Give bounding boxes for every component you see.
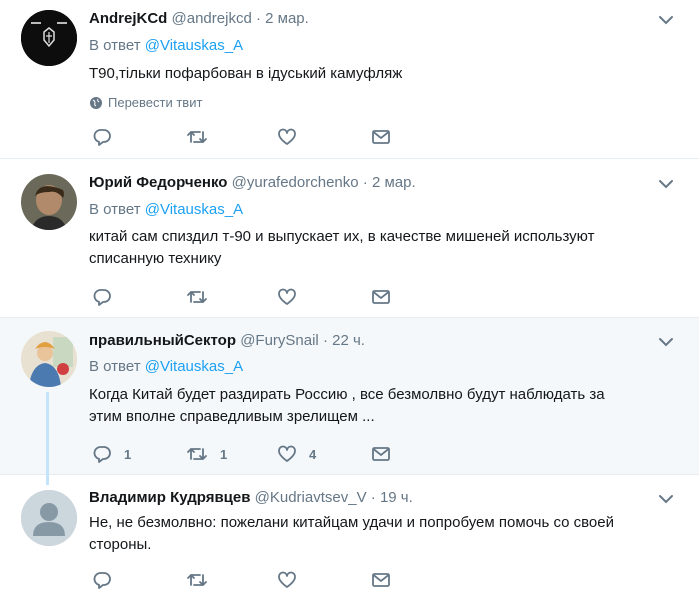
tweet-text: Не, не безмолвно: пожелани китайцам удач… [89,512,679,556]
reply-prefix: В ответ [89,201,141,218]
avatar-photo-icon [21,331,77,387]
timestamp[interactable]: 2 мар. [372,174,416,191]
display-name[interactable]: Юрий Федорченко [89,174,227,191]
retweet-button[interactable] [186,568,220,592]
tweet-text: Т90,тільки пофарбован в ідуський камуфля… [89,63,679,85]
like-button[interactable]: 4 [277,442,316,466]
retweet-button[interactable] [186,125,220,149]
reply-prefix: В ответ [89,37,141,54]
chevron-down-icon[interactable] [657,490,675,508]
avatar-photo-icon [21,174,77,230]
tweet-2[interactable]: Юрий Федорченко @yurafedorchenko · 2 мар… [0,159,699,318]
avatar[interactable] [21,331,77,387]
avatar[interactable] [21,10,77,66]
reply-count: 1 [124,446,132,462]
avatar-logo-icon [21,10,77,66]
reply-icon [93,129,111,146]
reply-button[interactable] [92,125,124,149]
retweet-icon [187,291,207,303]
tweet-text-line: стороны. [89,536,152,553]
tweet-1[interactable]: AndrejKCd @andrejkcd · 2 мар. В ответ @V… [0,0,699,159]
reply-button[interactable]: 1 [92,442,131,466]
reply-button[interactable] [92,568,124,592]
direct-message-button[interactable] [371,285,391,309]
reply-button[interactable] [92,285,124,309]
chevron-down-icon[interactable] [657,333,675,351]
tweet-header: Юрий Федорченко @yurafedorchenko · 2 мар… [89,174,416,191]
heart-icon [278,571,296,588]
timestamp[interactable]: 22 ч. [332,332,365,349]
translate-label[interactable]: Перевести твит [108,95,202,110]
chevron-down-icon[interactable] [657,175,675,193]
user-handle[interactable]: @andrejkcd [172,10,252,27]
tweet-4[interactable]: Владимир Кудрявцев @Kudriavtsev_V · 19 ч… [0,475,699,598]
envelope-icon [372,290,390,304]
tweet-header: AndrejKCd @andrejkcd · 2 мар. [89,10,309,27]
tweet-text-line: этим вполне справедливым зрелищем ... [89,408,375,425]
separator-dot: · [362,174,368,191]
translate-link[interactable]: Перевести твит [89,95,202,110]
envelope-icon [372,130,390,144]
tweet-text: Когда Китай будет раздирать Россию , все… [89,384,679,428]
tweet-actions: 1 1 4 [89,442,409,466]
reply-to-line: В ответ @Vitauskas_A [89,201,243,218]
tweet-header: правильныйСектор @FurySnail · 22 ч. [89,332,365,349]
reply-icon [93,446,111,463]
tweet-3[interactable]: правильныйСектор @FurySnail · 22 ч. В от… [0,318,699,475]
avatar[interactable] [21,490,77,546]
display-name[interactable]: Владимир Кудрявцев [89,489,250,506]
timestamp[interactable]: 19 ч. [380,489,413,506]
like-button[interactable] [277,568,309,592]
envelope-icon [372,573,390,587]
globe-icon [90,96,102,109]
tweet-actions [89,125,409,149]
retweet-count: 1 [220,446,228,462]
avatar[interactable] [21,174,77,230]
heart-icon [278,445,296,462]
default-profile-icon [21,490,77,546]
direct-message-button[interactable] [371,568,391,592]
like-button[interactable] [277,125,309,149]
direct-message-button[interactable] [371,442,391,466]
retweet-icon [187,448,207,460]
heart-icon [278,288,296,305]
mention-link[interactable]: @Vitauskas_A [145,201,243,218]
tweet-text-line: Не, не безмолвно: пожелани китайцам удач… [89,514,614,531]
mention-link[interactable]: @Vitauskas_A [145,37,243,54]
like-button[interactable] [277,285,309,309]
user-handle[interactable]: @Kudriavtsev_V [255,489,367,506]
tweet-text-line: Когда Китай будет раздирать Россию , все… [89,386,605,403]
separator-dot: · [255,10,261,27]
timestamp[interactable]: 2 мар. [265,10,309,27]
tweet-text-line: китай сам спиздил т-90 и выпускает их, в… [89,228,595,245]
separator-dot: · [370,489,376,506]
tweet-text: китай сам спиздил т-90 и выпускает их, в… [89,226,679,270]
thread-connector-line [46,392,49,485]
user-handle[interactable]: @yurafedorchenko [232,174,359,191]
tweet-text-line: списанную технику [89,250,222,267]
separator-dot: · [322,332,328,349]
retweet-button[interactable]: 1 [186,442,227,466]
tweet-actions [89,568,409,592]
reply-prefix: В ответ [89,358,141,375]
envelope-icon [372,447,390,461]
retweet-icon [187,131,207,143]
display-name[interactable]: AndrejKCd [89,10,167,27]
reply-to-line: В ответ @Vitauskas_A [89,37,243,54]
retweet-icon [187,574,207,586]
tweet-text-line: Т90,тільки пофарбован в ідуський камуфля… [89,65,403,82]
reply-to-line: В ответ @Vitauskas_A [89,358,243,375]
reply-icon [93,572,111,589]
tweet-actions [89,285,409,309]
like-count: 4 [309,446,317,462]
direct-message-button[interactable] [371,125,391,149]
display-name[interactable]: правильныйСектор [89,332,236,349]
heart-icon [278,128,296,145]
chevron-down-icon[interactable] [657,11,675,29]
retweet-button[interactable] [186,285,220,309]
tweet-header: Владимир Кудрявцев @Kudriavtsev_V · 19 ч… [89,489,413,506]
user-handle[interactable]: @FurySnail [240,332,319,349]
reply-icon [93,289,111,306]
mention-link[interactable]: @Vitauskas_A [145,358,243,375]
